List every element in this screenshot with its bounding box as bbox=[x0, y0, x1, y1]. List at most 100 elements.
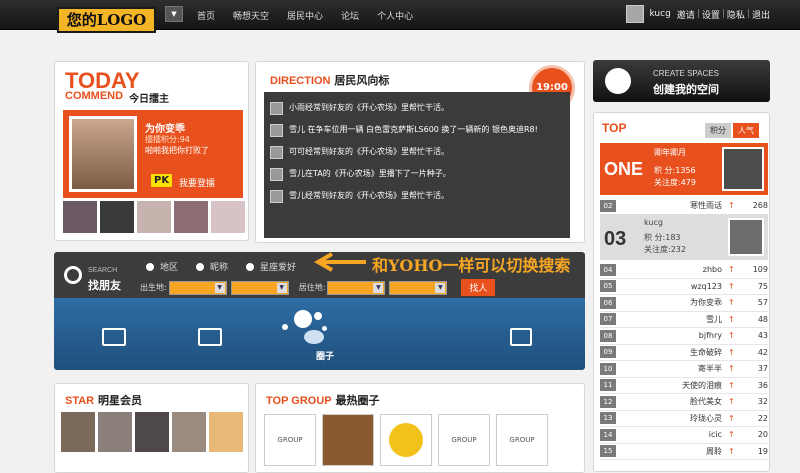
site-logo[interactable]: 您的LOGO bbox=[57, 7, 156, 33]
group-thumb-label: GROUP bbox=[451, 436, 477, 444]
member-thumb[interactable] bbox=[174, 201, 208, 233]
birth-province-select[interactable] bbox=[168, 280, 227, 295]
find-button[interactable]: 找人 bbox=[461, 279, 496, 296]
rank-third[interactable]: 03 kucg 积 分:183 关注度:232 bbox=[600, 214, 768, 260]
group-thumb[interactable]: GROUP bbox=[438, 414, 490, 466]
featured-photo[interactable] bbox=[69, 116, 137, 192]
member-thumb[interactable] bbox=[135, 412, 169, 452]
rank-row[interactable]: 08 bjfhry ↑ 43 bbox=[600, 328, 768, 345]
rank-number: 08 bbox=[600, 329, 616, 342]
rank-first[interactable]: ONE 卿年卿月 积 分:1356 关注度:479 bbox=[600, 143, 768, 195]
rank-row[interactable]: 05 wzq123 ↑ 75 bbox=[600, 279, 768, 295]
radio-hobby[interactable]: 星座爱好 bbox=[246, 260, 296, 273]
feed-item[interactable]: 雪儿 在争车位用一辆 白色雷克萨斯LS600 换了一辆新的 银色奥迪R8! bbox=[270, 124, 564, 137]
residence-city-select[interactable] bbox=[389, 280, 448, 295]
privacy-link[interactable]: 隐私 bbox=[727, 8, 745, 21]
pk-badge[interactable]: PK bbox=[151, 174, 173, 187]
featured-name[interactable]: 为你变乖 bbox=[145, 120, 185, 135]
avatar[interactable] bbox=[270, 190, 283, 203]
rank-row[interactable]: 04 zhbo ↑ 109 bbox=[600, 262, 768, 279]
member-thumb[interactable] bbox=[172, 412, 206, 452]
member-thumb[interactable] bbox=[63, 201, 97, 233]
activity-feed: 小雨经常到好友的《开心农场》里帮忙干活。 雪儿 在争车位用一辆 白色雷克萨斯LS… bbox=[264, 92, 570, 238]
nav-home[interactable]: 首页 bbox=[188, 9, 224, 22]
avatar[interactable] bbox=[722, 147, 764, 191]
avatar[interactable] bbox=[270, 124, 283, 137]
up-arrow-icon: ↑ bbox=[728, 397, 735, 407]
nav-residents[interactable]: 居民中心 bbox=[278, 9, 332, 22]
group-thumb[interactable]: GROUP bbox=[496, 414, 548, 466]
featured-member-card: 为你变乖 擂擂积分:94 啪啪我把你打败了 PK 我要登擂 bbox=[63, 110, 243, 198]
radio-icon bbox=[246, 262, 255, 271]
rank-row[interactable]: 13 玲珑心灵 ↑ 22 bbox=[600, 411, 768, 427]
nav-forum[interactable]: 论坛 bbox=[332, 9, 368, 22]
settings-link[interactable]: 设置 bbox=[702, 8, 720, 21]
rank-score: 42 bbox=[757, 347, 768, 357]
nav-sky[interactable]: 畅想天空 bbox=[224, 9, 278, 22]
star-title-cn: 明星会员 bbox=[97, 394, 142, 407]
rank-first-name: 卿年卿月 bbox=[654, 148, 686, 157]
group-thumb[interactable] bbox=[380, 414, 432, 466]
challenge-link[interactable]: 我要登擂 bbox=[179, 176, 215, 189]
member-thumb[interactable] bbox=[98, 412, 132, 452]
avatar[interactable] bbox=[270, 146, 283, 159]
up-arrow-icon: ↑ bbox=[728, 380, 735, 390]
today-panel: TODAY COMMEND 今日擂主 为你变乖 擂擂积分:94 啪啪我把你打败了… bbox=[54, 61, 249, 241]
feature-strip: 圈子 bbox=[54, 298, 585, 370]
rank-row[interactable]: 09 生命破碎 ↑ 42 bbox=[600, 345, 768, 361]
rank-score: 43 bbox=[757, 331, 768, 341]
member-thumb[interactable] bbox=[100, 201, 134, 233]
rank-row[interactable]: 12 脸代美女 ↑ 32 bbox=[600, 394, 768, 411]
residence-province-select[interactable] bbox=[327, 280, 386, 295]
rank-row[interactable]: 15 周聆 ↑ 19 bbox=[600, 444, 768, 460]
create-space-button[interactable]: CREATE SPACES 创建我的空间 bbox=[593, 60, 770, 102]
rank-row[interactable]: 06 为你变乖 ↑ 57 bbox=[600, 295, 768, 312]
rank-row[interactable]: 02 寒性雨话 ↑ 268 bbox=[600, 198, 768, 215]
avatar[interactable] bbox=[728, 218, 764, 256]
avatar[interactable] bbox=[270, 102, 283, 115]
star-title: STAR 明星会员 bbox=[65, 392, 142, 408]
feed-item[interactable]: 雪儿经常到好友的《开心农场》里帮忙干活。 bbox=[270, 190, 564, 203]
member-thumb[interactable] bbox=[137, 201, 171, 233]
video-icon[interactable] bbox=[510, 328, 532, 346]
rank-name: 脸代美女 bbox=[690, 397, 722, 407]
nav-dropdown-button[interactable]: ▼ bbox=[165, 6, 183, 22]
tab-points[interactable]: 积分 bbox=[705, 123, 731, 138]
user-box: kucg 邀请 | 设置 | 隐私 | 退出 bbox=[626, 5, 770, 23]
rank-row[interactable]: 10 寄半半 ↑ 37 bbox=[600, 361, 768, 378]
rank-row[interactable]: 11 天使的泪痕 ↑ 36 bbox=[600, 378, 768, 394]
nav-personal[interactable]: 个人中心 bbox=[368, 9, 422, 22]
feed-item[interactable]: 雪儿在TA的《开心农场》里播下了一片种子。 bbox=[270, 168, 564, 181]
rank-number: 05 bbox=[600, 280, 616, 293]
circle-label[interactable]: 圈子 bbox=[316, 349, 334, 362]
feed-item[interactable]: 小雨经常到好友的《开心农场》里帮忙干活。 bbox=[270, 102, 564, 115]
radio-nickname[interactable]: 昵称 bbox=[196, 260, 228, 273]
member-thumb[interactable] bbox=[211, 201, 245, 233]
logout-link[interactable]: 退出 bbox=[752, 8, 770, 21]
avatar[interactable] bbox=[270, 168, 283, 181]
group-thumb[interactable] bbox=[322, 414, 374, 466]
group-thumb-label: GROUP bbox=[277, 436, 303, 444]
avatar[interactable] bbox=[626, 5, 645, 23]
radio-label: 昵称 bbox=[210, 263, 229, 273]
rank-row[interactable]: 07 雪儿 ↑ 48 bbox=[600, 312, 768, 328]
username[interactable]: kucg bbox=[649, 9, 670, 19]
feed-text: 可可经常到好友的《开心农场》里帮忙干活。 bbox=[289, 147, 449, 156]
member-thumb[interactable] bbox=[209, 412, 243, 452]
photo-icon[interactable] bbox=[198, 328, 222, 346]
birth-city-select[interactable] bbox=[230, 280, 289, 295]
member-thumb[interactable] bbox=[61, 412, 95, 452]
top-group-panel: TOP GROUP 最热圈子 GROUP GROUP GROUP bbox=[255, 383, 585, 473]
radio-icon bbox=[196, 262, 205, 271]
radio-region[interactable]: 地区 bbox=[146, 260, 178, 273]
direction-title: DIRECTION 居民风向标 bbox=[270, 72, 389, 88]
group-thumb[interactable]: GROUP bbox=[264, 414, 316, 466]
rank-row[interactable]: 14 icic ↑ 20 bbox=[600, 427, 768, 444]
group-title-cn: 最热圈子 bbox=[335, 394, 380, 407]
group-thumb-label: GROUP bbox=[509, 436, 535, 444]
feed-item[interactable]: 可可经常到好友的《开心农场》里帮忙干活。 bbox=[270, 146, 564, 159]
edit-icon[interactable] bbox=[102, 328, 126, 346]
invite-link[interactable]: 邀请 bbox=[677, 8, 695, 21]
rank-score: 36 bbox=[757, 380, 768, 390]
tab-popularity[interactable]: 人气 bbox=[733, 123, 759, 138]
